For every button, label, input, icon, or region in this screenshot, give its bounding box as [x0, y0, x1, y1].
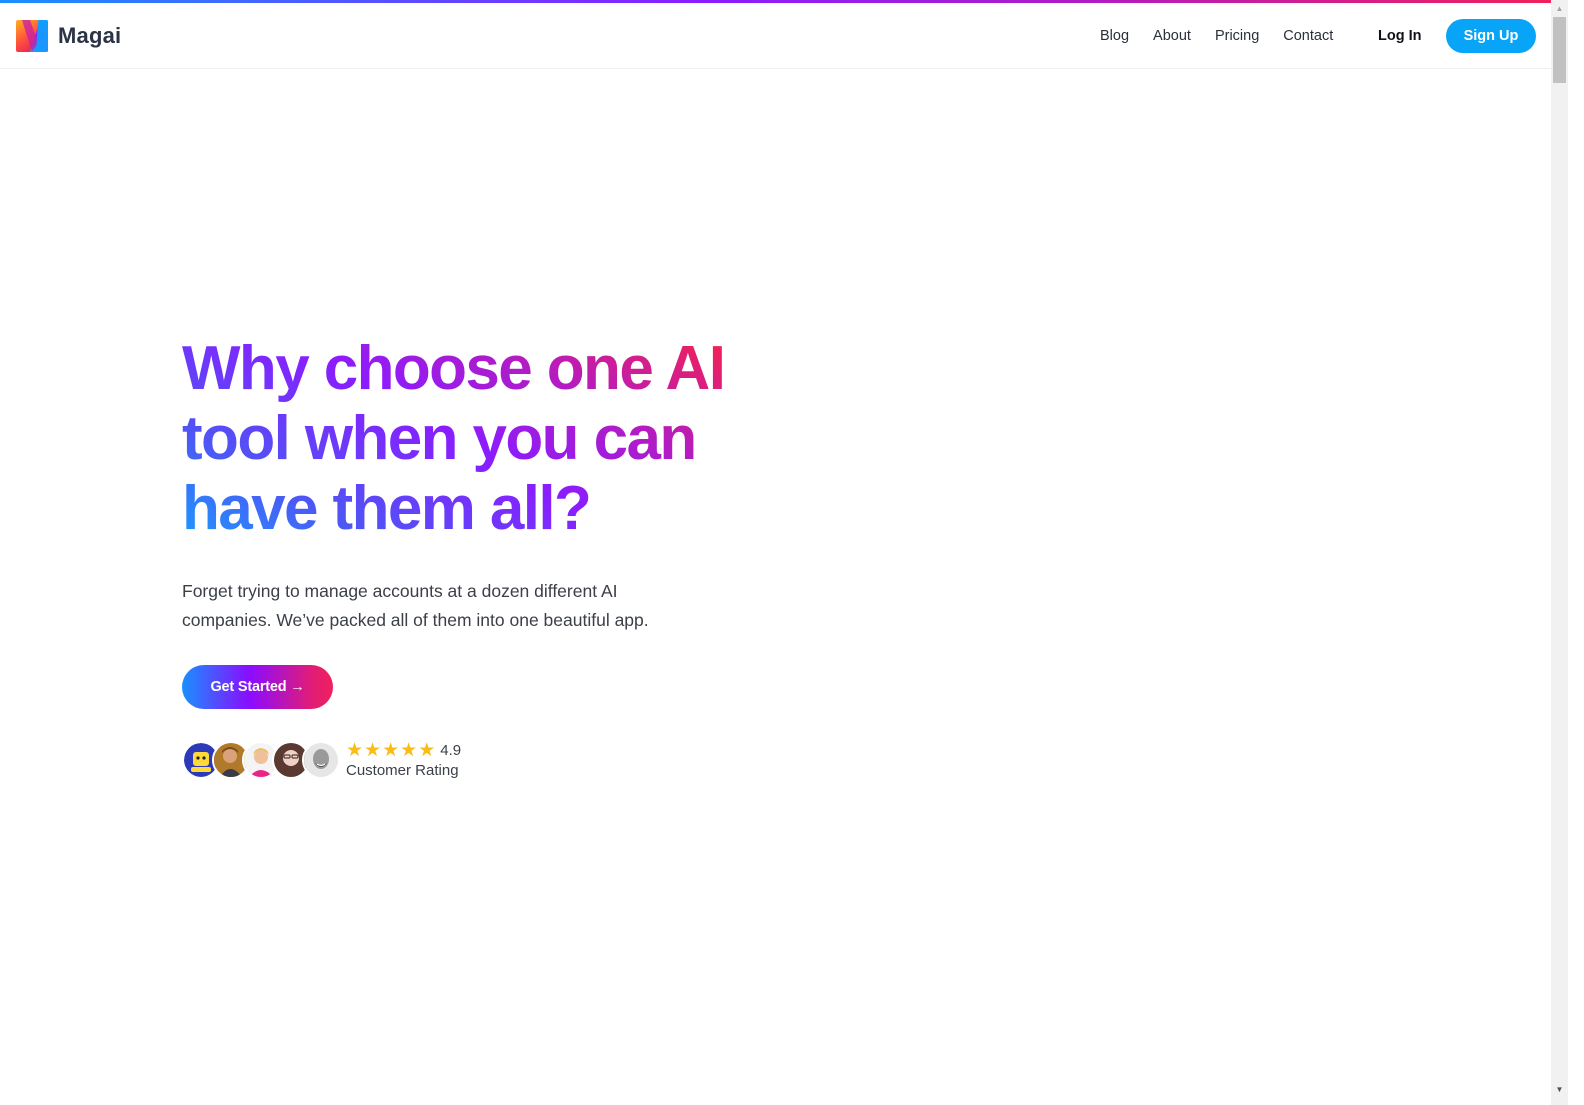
hero-title-line-3: have them all? [182, 474, 591, 543]
login-link[interactable]: Log In [1378, 27, 1422, 45]
hero-title-line-2: tool when you can [182, 404, 696, 473]
signup-button[interactable]: Sign Up [1446, 19, 1536, 53]
avatar-stack [182, 740, 340, 779]
nav-link-about[interactable]: About [1153, 27, 1191, 45]
nav-link-contact[interactable]: Contact [1283, 27, 1333, 45]
scroll-thumb[interactable] [1553, 17, 1566, 83]
star-icon: ★ [382, 739, 400, 761]
page-scrollbar[interactable]: ▲ ▼ [1551, 0, 1568, 1105]
logo-link[interactable]: Magai [16, 20, 121, 52]
star-icon: ★ [418, 739, 436, 761]
avatar-person-4 [302, 740, 340, 779]
rating-label: Customer Rating [346, 762, 459, 779]
star-icon: ★ [364, 739, 382, 761]
customer-rating: ★ ★ ★ ★ ★ 4.9 Customer Rating [182, 740, 461, 779]
rating-text: ★ ★ ★ ★ ★ 4.9 Customer Rating [346, 740, 461, 780]
navbar: Magai Blog About Pricing Contact Log In … [0, 3, 1551, 69]
star-icon: ★ [400, 739, 418, 761]
rating-score: 4.9 [440, 741, 462, 759]
nav-link-pricing[interactable]: Pricing [1215, 27, 1259, 45]
brand-name: Magai [58, 23, 122, 48]
hero-heading-wrap: Why choose one AI tool when you can have… [182, 334, 742, 544]
hero-title: Why choose one AI tool when you can have… [182, 334, 742, 544]
magai-logo-icon [16, 20, 48, 52]
hero-subtitle: Forget trying to manage accounts at a do… [182, 581, 649, 630]
window-edge [1568, 0, 1584, 1105]
stars-row: ★ ★ ★ ★ ★ 4.9 [346, 740, 461, 760]
nav-link-blog[interactable]: Blog [1100, 27, 1129, 45]
scroll-down-arrow-icon[interactable]: ▼ [1551, 1081, 1568, 1097]
get-started-button[interactable]: Get Started → [182, 665, 333, 709]
scroll-up-arrow-icon[interactable]: ▲ [1551, 0, 1568, 16]
hero-title-line-1: Why choose one AI [182, 334, 725, 403]
star-icon: ★ [346, 739, 364, 761]
nav-links: Blog About Pricing Contact [1100, 27, 1357, 45]
